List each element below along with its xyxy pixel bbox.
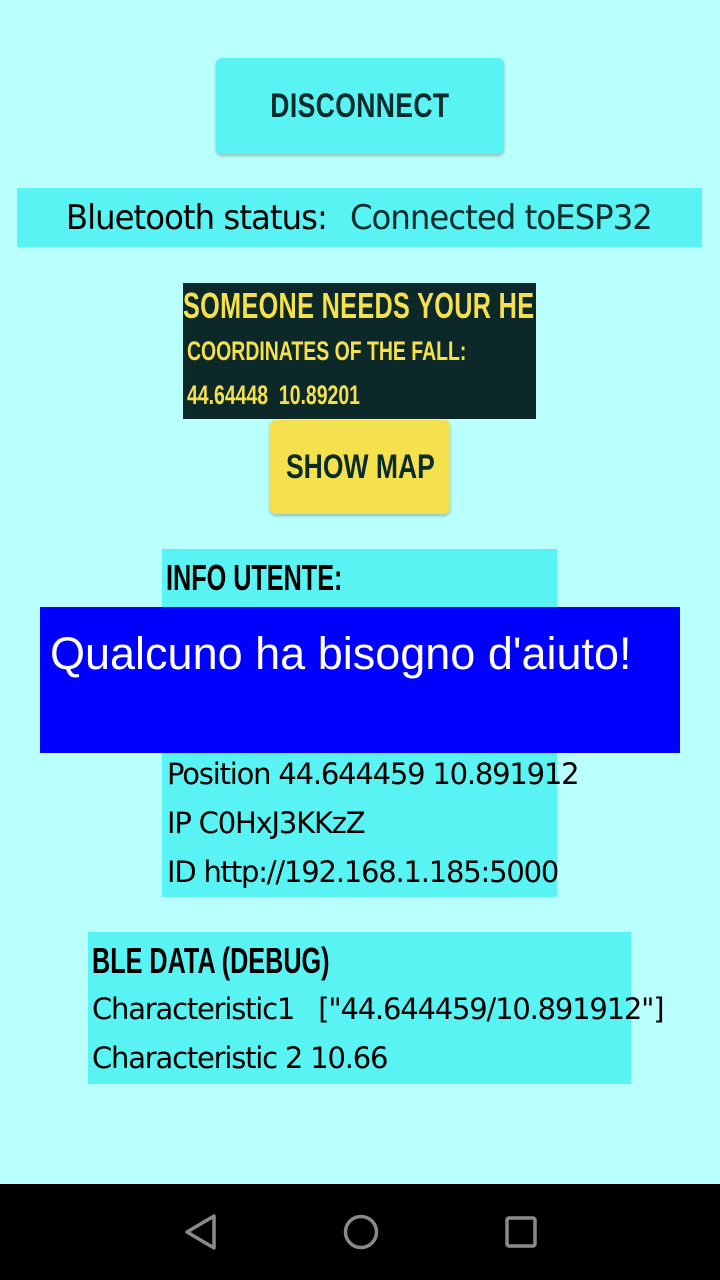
user-position: Position 44.644459 10.891912 (167, 757, 580, 791)
home-icon[interactable] (335, 1206, 387, 1258)
user-id: ID http://192.168.1.185:5000 (167, 855, 559, 889)
show-map-button-label: SHOW MAP (285, 447, 435, 486)
back-icon[interactable] (175, 1206, 227, 1258)
bluetooth-status-label: Bluetooth status: (66, 197, 328, 238)
ble-characteristic-2: Characteristic 2 10.66 (92, 1041, 388, 1075)
ble-debug-title: BLE DATA (DEBUG) (92, 940, 330, 981)
system-nav-bar (0, 1184, 720, 1280)
disconnect-button-label: DISCONNECT (270, 86, 450, 125)
bluetooth-status: Bluetooth status: Connected toESP32 (17, 188, 702, 247)
fall-alert-box: SOMEONE NEEDS YOUR HELP! COORDINATES OF … (183, 283, 536, 419)
bluetooth-status-value: Connected toESP32 (349, 197, 653, 238)
recents-icon[interactable] (495, 1206, 547, 1258)
user-info-title: INFO UTENTE: (166, 557, 343, 598)
disconnect-button[interactable]: DISCONNECT (216, 58, 504, 154)
alert-coordinates-label: COORDINATES OF THE FALL: (187, 336, 467, 366)
show-map-button[interactable]: SHOW MAP (270, 420, 450, 514)
alert-title: SOMEONE NEEDS YOUR HELP! (183, 285, 536, 326)
help-notification: Qualcuno ha bisogno d'aiuto! (40, 607, 680, 753)
user-ip: IP C0HxJ3KKzZ (167, 806, 366, 840)
ble-characteristic-1: Characteristic1 ["44.644459/10.891912"] (92, 992, 665, 1026)
ble-debug-panel: BLE DATA (DEBUG) Characteristic1 ["44.64… (88, 932, 665, 1084)
alert-coordinates-value: 44.64448 10.89201 (187, 380, 360, 410)
